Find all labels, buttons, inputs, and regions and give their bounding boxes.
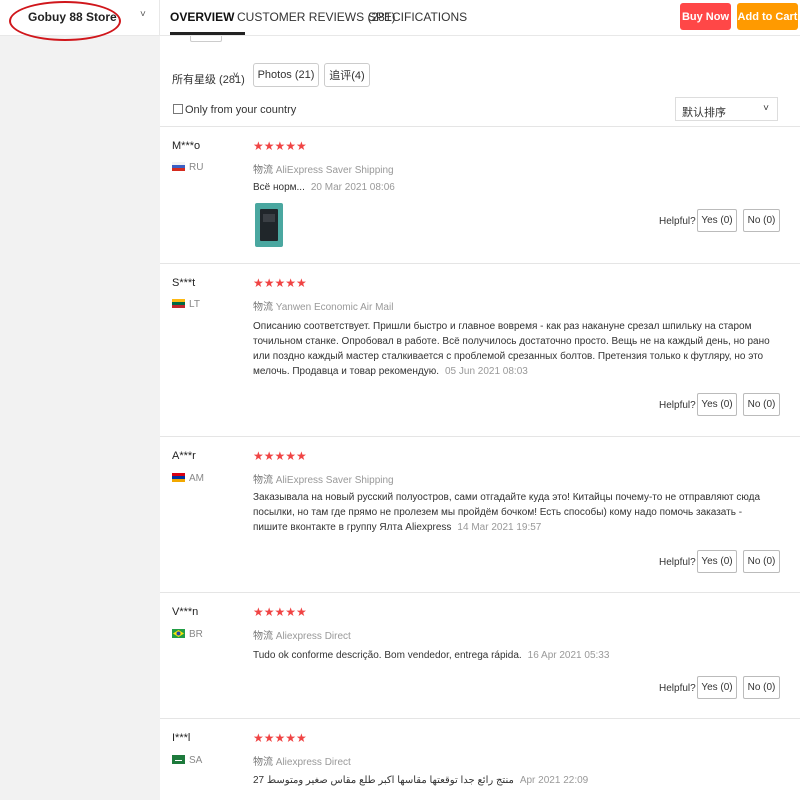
reviewer-name: V***n <box>172 606 199 618</box>
review-line: точильном станке. Опробовал в работе. Вс… <box>253 336 770 347</box>
helpful-label: Helpful? <box>659 216 696 227</box>
sort-select[interactable]: 默认排序 ˅ <box>675 97 778 121</box>
top-nav: OVERVIEW CUSTOMER REVIEWS (281) SPECIFIC… <box>160 0 800 36</box>
shipping-value: Aliexpress Direct <box>275 757 351 768</box>
review-line: посылки, но там где прямо не пролезем мы… <box>253 507 743 518</box>
shipping-label: 物流 <box>253 165 273 176</box>
star-rating: ★★★★★ <box>253 605 307 619</box>
only-country-label[interactable]: Only from your country <box>185 104 296 116</box>
review-text: منتج رائع جدا توقعتها مقاسها اكبر طلع مق… <box>253 773 588 788</box>
add-to-cart-button[interactable]: Add to Cart <box>737 3 798 30</box>
reviewer-country: AM <box>189 473 204 484</box>
shipping-label: 物流 <box>253 302 273 313</box>
dropdown-stub <box>190 36 222 42</box>
reviewer-name: M***o <box>172 140 201 152</box>
helpful-no-button[interactable]: No (0) <box>743 209 780 232</box>
reviewer-country: LT <box>189 299 200 310</box>
chevron-down-icon: ˅ <box>763 103 769 114</box>
shipping-label: 物流 <box>253 631 273 642</box>
helpful-yes-button[interactable]: Yes (0) <box>697 393 737 416</box>
review-date: 05 Jun 2021 08:03 <box>444 366 528 377</box>
shipping-label: 物流 <box>253 475 273 486</box>
flag-lt-icon <box>172 299 185 308</box>
divider <box>160 126 800 127</box>
review-line: пишите вконтакте в группу Ялта Aliexpres… <box>253 522 452 533</box>
buy-now-button[interactable]: Buy Now <box>680 3 731 30</box>
shipping-value: AliExpress Saver Shipping <box>275 165 394 176</box>
photo-detail <box>263 214 275 222</box>
shipping-value: Yanwen Economic Air Mail <box>275 302 394 313</box>
divider <box>160 263 800 264</box>
reviewer-name: A***r <box>172 450 196 462</box>
helpful-yes-button[interactable]: Yes (0) <box>697 209 737 232</box>
shipping-method: 物流 AliExpress Saver Shipping <box>253 161 394 176</box>
shipping-method: 物流 Yanwen Economic Air Mail <box>253 298 393 313</box>
helpful-label: Helpful? <box>659 557 696 568</box>
review-date: Apr 2021 22:09 <box>519 775 589 786</box>
shipping-method: 物流 AliExpress Saver Shipping <box>253 471 394 486</box>
chevron-down-icon[interactable]: ˅ <box>140 9 146 20</box>
flag-am-icon <box>172 473 185 482</box>
reviewer-country: RU <box>189 162 204 173</box>
divider <box>160 436 800 437</box>
star-rating: ★★★★★ <box>253 139 307 153</box>
review-line: или поздно каждый мастер сталкивается с … <box>253 351 764 362</box>
helpful-no-button[interactable]: No (0) <box>743 393 780 416</box>
review-date: 20 Mar 2021 08:06 <box>310 182 395 193</box>
sort-select-value: 默认排序 <box>682 107 726 119</box>
flag-ru-icon <box>172 162 185 171</box>
review-line: Описанию соответствует. Пришли быстро и … <box>253 321 752 332</box>
reviewer-name: I***l <box>172 732 191 744</box>
reviewer-name: S***t <box>172 277 196 289</box>
review-line: Tudo ok conforme descrição. Bom vendedor… <box>253 650 522 661</box>
rating-filter-chevron-icon[interactable]: ˅ <box>233 70 238 80</box>
only-country-checkbox[interactable] <box>173 104 183 114</box>
review-text: Всё норм... 20 Mar 2021 08:06 <box>253 180 395 195</box>
helpful-label: Helpful? <box>659 683 696 694</box>
helpful-no-button[interactable]: No (0) <box>743 676 780 699</box>
review-photo[interactable] <box>255 203 283 247</box>
sidebar <box>0 0 160 800</box>
active-tab-indicator <box>170 32 245 35</box>
highlight-ellipse <box>9 1 121 41</box>
helpful-label: Helpful? <box>659 400 696 411</box>
review-date: 14 Mar 2021 19:57 <box>457 522 542 533</box>
review-line: мелочь. Продавца и товар рекомендую. <box>253 366 439 377</box>
shipping-label: 物流 <box>253 757 273 768</box>
star-rating: ★★★★★ <box>253 449 307 463</box>
flag-br-icon <box>172 629 185 638</box>
reviewer-country: BR <box>189 629 203 640</box>
review-date: 16 Apr 2021 05:33 <box>527 650 610 661</box>
helpful-no-button[interactable]: No (0) <box>743 550 780 573</box>
review-text: Tudo ok conforme descrição. Bom vendedor… <box>253 648 609 663</box>
helpful-yes-button[interactable]: Yes (0) <box>697 676 737 699</box>
divider <box>160 718 800 719</box>
shipping-method: 物流 Aliexpress Direct <box>253 627 351 642</box>
tab-overview[interactable]: OVERVIEW <box>170 10 234 24</box>
review-line: Всё норм... <box>253 182 305 193</box>
star-rating: ★★★★★ <box>253 731 307 745</box>
review-text: Описанию соответствует. Пришли быстро и … <box>253 319 770 379</box>
photo-content <box>260 209 278 241</box>
helpful-yes-button[interactable]: Yes (0) <box>697 550 737 573</box>
tab-specifications[interactable]: SPECIFICATIONS <box>368 10 467 24</box>
shipping-value: Aliexpress Direct <box>275 631 351 642</box>
divider <box>160 592 800 593</box>
photos-filter-button[interactable]: Photos (21) <box>253 63 319 87</box>
star-rating: ★★★★★ <box>253 276 307 290</box>
reviewer-country: SA <box>189 755 203 766</box>
review-line: منتج رائع جدا توقعتها مقاسها اكبر طلع مق… <box>253 775 514 786</box>
additional-reviews-button[interactable]: 追评(4) <box>324 63 370 87</box>
review-text: Заказывала на новый русский полуостров, … <box>253 490 760 535</box>
flag-sa-icon <box>172 755 185 764</box>
shipping-value: AliExpress Saver Shipping <box>275 475 394 486</box>
review-line: Заказывала на новый русский полуостров, … <box>253 492 761 503</box>
shipping-method: 物流 Aliexpress Direct <box>253 753 351 768</box>
